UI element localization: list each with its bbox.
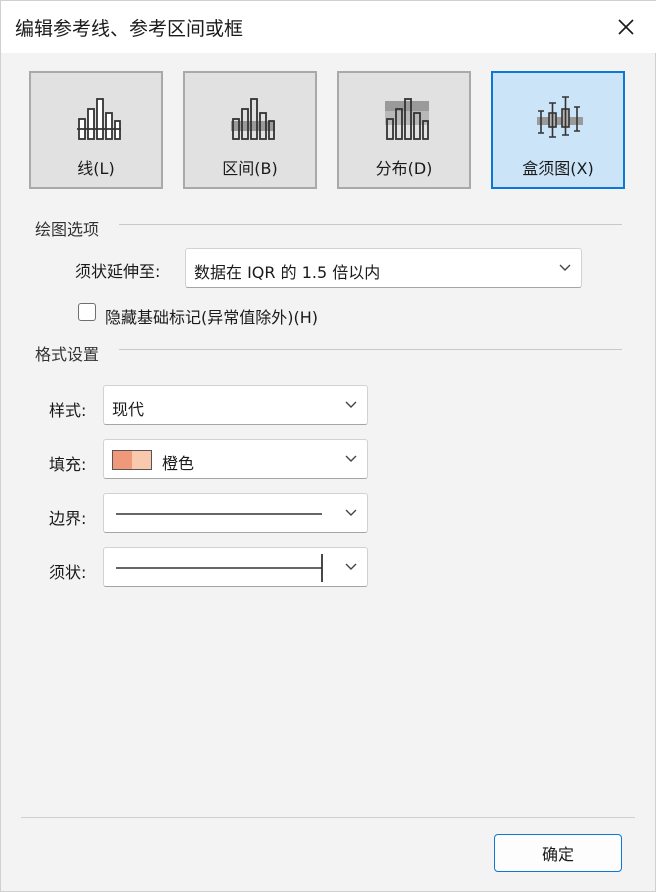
type-boxplot-button[interactable]: 盒须图(X) <box>491 71 625 189</box>
whisker-extent-label: 须状延伸至: <box>75 262 161 281</box>
border-label: 边界: <box>49 509 87 528</box>
whisker-dropdown[interactable] <box>103 547 368 587</box>
footer-divider <box>21 817 635 818</box>
border-line-preview <box>116 513 322 515</box>
line-chart-icon <box>77 98 121 140</box>
plot-options-heading: 绘图选项 <box>35 220 100 239</box>
border-dropdown[interactable] <box>103 493 368 533</box>
box-plot-icon <box>537 96 583 138</box>
chevron-down-icon <box>345 455 357 462</box>
chevron-down-icon <box>345 563 357 570</box>
chevron-down-icon <box>345 401 357 408</box>
type-distribution-button[interactable]: 分布(D) <box>337 71 471 189</box>
type-line-button[interactable]: 线(L) <box>29 71 163 189</box>
chevron-down-icon <box>559 264 571 271</box>
close-button[interactable] <box>607 9 645 45</box>
whisker-extent-dropdown[interactable]: 数据在 IQR 的 1.5 倍以内 <box>185 248 582 288</box>
chevron-down-icon <box>345 509 357 516</box>
whisker-label: 须状: <box>49 563 87 582</box>
fill-dropdown[interactable]: 橙色 <box>103 439 368 479</box>
style-label: 样式: <box>49 401 87 420</box>
whisker-line-preview <box>116 554 323 582</box>
band-chart-icon <box>231 98 275 140</box>
hide-marks-checkbox[interactable] <box>78 303 96 321</box>
type-band-button[interactable]: 区间(B) <box>183 71 317 189</box>
style-value: 现代 <box>112 400 145 419</box>
type-line-label: 线(L) <box>77 159 115 178</box>
fill-color-light <box>132 451 151 469</box>
fill-value: 橙色 <box>162 454 195 473</box>
fill-color-dark <box>113 451 132 469</box>
type-boxplot-label: 盒须图(X) <box>522 159 594 178</box>
style-dropdown[interactable]: 现代 <box>103 385 368 425</box>
type-band-label: 区间(B) <box>222 159 278 178</box>
close-icon <box>618 19 634 35</box>
format-heading: 格式设置 <box>35 345 100 364</box>
type-distribution-label: 分布(D) <box>375 159 433 178</box>
fill-label: 填充: <box>49 455 87 474</box>
hide-marks-label: 隐藏基础标记(异常值除外)(H) <box>105 308 319 327</box>
title-bar: 编辑参考线、参考区间或框 <box>1 1 656 53</box>
distribution-chart-icon <box>385 98 429 140</box>
ok-button[interactable]: 确定 <box>494 834 622 872</box>
dialog-title: 编辑参考线、参考区间或框 <box>15 18 244 40</box>
dialog-window: 编辑参考线、参考区间或框 线(L) 区间(B) 分布(D) 盒须图(X) 绘图选… <box>0 0 656 892</box>
whisker-extent-value: 数据在 IQR 的 1.5 倍以内 <box>194 263 381 282</box>
plot-options-divider <box>119 224 622 225</box>
format-divider <box>119 349 622 350</box>
fill-color-swatch <box>112 450 152 470</box>
